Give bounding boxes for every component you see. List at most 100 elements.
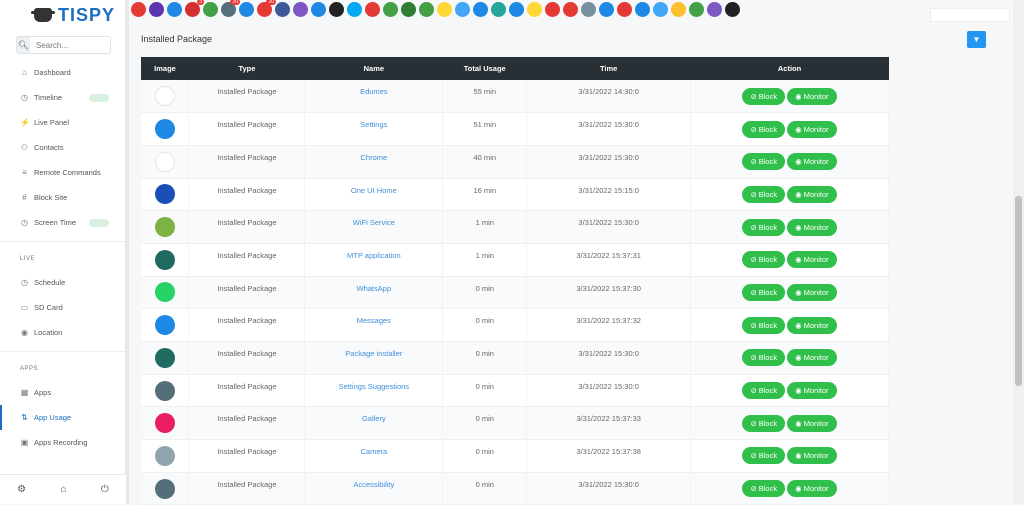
sidebar-item-dashboard[interactable]: ⌂ Dashboard bbox=[0, 60, 125, 85]
table-row: Installed Package Chrome 40 min 3/31/2022 1… bbox=[141, 145, 889, 179]
lovoo-icon[interactable] bbox=[563, 2, 578, 17]
monitor-button[interactable]: ◉ Monitor bbox=[787, 120, 837, 138]
block-button[interactable]: ⊘ Block bbox=[742, 120, 786, 138]
sidebar-item-location[interactable]: ◉ Location bbox=[0, 320, 125, 345]
search-box[interactable]: 🔍︎ bbox=[16, 36, 111, 54]
block-button[interactable]: ⊘ Block bbox=[742, 153, 786, 171]
web-icon[interactable]: 20 bbox=[257, 0, 276, 17]
monitor-button[interactable]: ◉ Monitor bbox=[787, 251, 837, 269]
wechat-icon[interactable] bbox=[383, 2, 398, 17]
page-scrollbar[interactable] bbox=[1013, 0, 1024, 504]
name-cell[interactable]: WiFi Service bbox=[304, 210, 444, 244]
name-cell[interactable]: MTP application bbox=[304, 243, 444, 277]
power-icon[interactable]: ⏻ bbox=[101, 484, 109, 495]
block-button[interactable]: ⊘ Block bbox=[742, 349, 786, 367]
kik-icon[interactable] bbox=[329, 2, 344, 17]
device-icon[interactable] bbox=[239, 2, 254, 17]
name-cell[interactable]: One UI Home bbox=[304, 178, 444, 212]
name-cell[interactable]: Edumes bbox=[304, 80, 444, 114]
block-button[interactable]: ⊘ Block bbox=[742, 316, 786, 334]
block-button[interactable]: ⊘ Block bbox=[742, 414, 786, 432]
name-cell[interactable]: Camera bbox=[304, 439, 444, 473]
filter-button[interactable]: ▼ bbox=[967, 31, 986, 48]
sidebar-item-sd-card[interactable]: ▭ SD Card bbox=[0, 295, 125, 320]
sidebar-item-live-panel[interactable]: ⚡ Live Panel bbox=[0, 110, 125, 135]
name-cell[interactable]: Settings bbox=[304, 112, 444, 146]
whatsapp-icon[interactable] bbox=[203, 2, 218, 17]
notes-icon[interactable] bbox=[671, 2, 686, 17]
sidebar-item-apps[interactable]: ▦ Apps bbox=[0, 380, 125, 405]
block-button[interactable]: ⊘ Block bbox=[742, 185, 786, 203]
telegram-icon[interactable] bbox=[635, 2, 650, 17]
scrollbar-thumb[interactable] bbox=[1015, 196, 1022, 386]
sidebar-item-block-site[interactable]: # Block Site bbox=[0, 185, 125, 210]
viber-icon[interactable] bbox=[293, 2, 308, 17]
message-icon[interactable]: 3 bbox=[185, 0, 204, 17]
home-icon[interactable]: ⌂ bbox=[60, 484, 66, 495]
signal-icon[interactable] bbox=[311, 2, 326, 17]
name-cell[interactable]: Gallery bbox=[304, 406, 444, 441]
monitor-button[interactable]: ◉ Monitor bbox=[787, 185, 837, 203]
name-cell[interactable]: Package installer bbox=[304, 341, 444, 375]
monitor-button[interactable]: ◉ Monitor bbox=[787, 153, 837, 171]
sidebar-item-screen-time[interactable]: ◷ Screen Time bbox=[0, 210, 125, 235]
ban-icon: ⊘ bbox=[750, 353, 757, 363]
monitor-button[interactable]: ◉ Monitor bbox=[787, 349, 837, 367]
imo-icon[interactable] bbox=[473, 2, 488, 17]
search-input[interactable] bbox=[30, 40, 110, 50]
monitor-button[interactable]: ◉ Monitor bbox=[787, 316, 837, 334]
messenger-icon[interactable] bbox=[653, 2, 668, 17]
settings-icon[interactable]: ⚙ bbox=[17, 484, 26, 495]
block-button[interactable]: ⊘ Block bbox=[742, 251, 786, 269]
facebook-icon[interactable] bbox=[275, 2, 290, 17]
hangouts-icon[interactable] bbox=[401, 2, 416, 17]
download-icon[interactable] bbox=[689, 2, 704, 17]
block-button[interactable]: ⊘ Block bbox=[742, 447, 786, 465]
name-cell[interactable]: Accessibility bbox=[304, 472, 444, 505]
monitor-button[interactable]: ◉ Monitor bbox=[787, 218, 837, 236]
sidebar-item-apps-recording[interactable]: ▣ Apps Recording bbox=[0, 430, 125, 455]
line-icon[interactable] bbox=[419, 2, 434, 17]
sidebar-item-remote-commands[interactable]: ≡ Remote Commands bbox=[0, 160, 125, 185]
youtube-icon[interactable] bbox=[617, 2, 632, 17]
block-button[interactable]: ⊘ Block bbox=[742, 87, 786, 105]
monitor-button[interactable]: ◉ Monitor bbox=[787, 87, 837, 105]
snapchat-icon[interactable] bbox=[437, 2, 452, 17]
sidebar-item-schedule[interactable]: ◷ Schedule bbox=[0, 270, 125, 295]
kakao-icon[interactable] bbox=[545, 2, 560, 17]
phone-icon[interactable] bbox=[149, 2, 164, 17]
help-icon[interactable] bbox=[725, 2, 740, 17]
search-icon[interactable]: 🔍︎ bbox=[17, 37, 30, 53]
monitor-button[interactable]: ◉ Monitor bbox=[787, 447, 837, 465]
video-call-icon[interactable] bbox=[131, 2, 146, 17]
app-logo[interactable]: TISPY bbox=[0, 0, 125, 30]
block-button[interactable]: ⊘ Block bbox=[742, 480, 786, 498]
sidebar-item-contacts[interactable]: ⚇ Contacts bbox=[0, 135, 125, 160]
name-cell[interactable]: WhatsApp bbox=[304, 276, 444, 310]
sms-icon[interactable]: 20 bbox=[221, 0, 240, 17]
name-cell[interactable]: Messages bbox=[304, 308, 444, 342]
sidebar-item-app-usage[interactable]: ⇅ App Usage bbox=[0, 405, 125, 430]
tiktok-icon[interactable] bbox=[581, 2, 596, 17]
name-cell[interactable]: Chrome bbox=[304, 145, 444, 179]
chat-icon[interactable] bbox=[167, 2, 182, 17]
monitor-button[interactable]: ◉ Monitor bbox=[787, 414, 837, 432]
mail-icon[interactable] bbox=[455, 2, 470, 17]
bubbles-icon[interactable] bbox=[527, 2, 542, 17]
sidebar-scrollbar[interactable] bbox=[126, 0, 129, 504]
tinder-icon[interactable] bbox=[365, 2, 380, 17]
sidebar-item-timeline[interactable]: ◷ Timeline bbox=[0, 85, 125, 110]
monitor-button[interactable]: ◉ Monitor bbox=[787, 480, 837, 498]
action-cell: ⊘ Block ◉ Monitor bbox=[690, 406, 889, 441]
block-button[interactable]: ⊘ Block bbox=[742, 382, 786, 400]
block-button[interactable]: ⊘ Block bbox=[742, 283, 786, 301]
badoo-icon[interactable] bbox=[707, 2, 722, 17]
name-cell[interactable]: Settings Suggestions bbox=[304, 374, 444, 408]
monitor-button[interactable]: ◉ Monitor bbox=[787, 283, 837, 301]
duo-icon[interactable] bbox=[509, 2, 524, 17]
vk-icon[interactable] bbox=[599, 2, 614, 17]
block-button[interactable]: ⊘ Block bbox=[742, 218, 786, 236]
hike-icon[interactable] bbox=[491, 2, 506, 17]
monitor-button[interactable]: ◉ Monitor bbox=[787, 382, 837, 400]
skype-icon[interactable] bbox=[347, 2, 362, 17]
